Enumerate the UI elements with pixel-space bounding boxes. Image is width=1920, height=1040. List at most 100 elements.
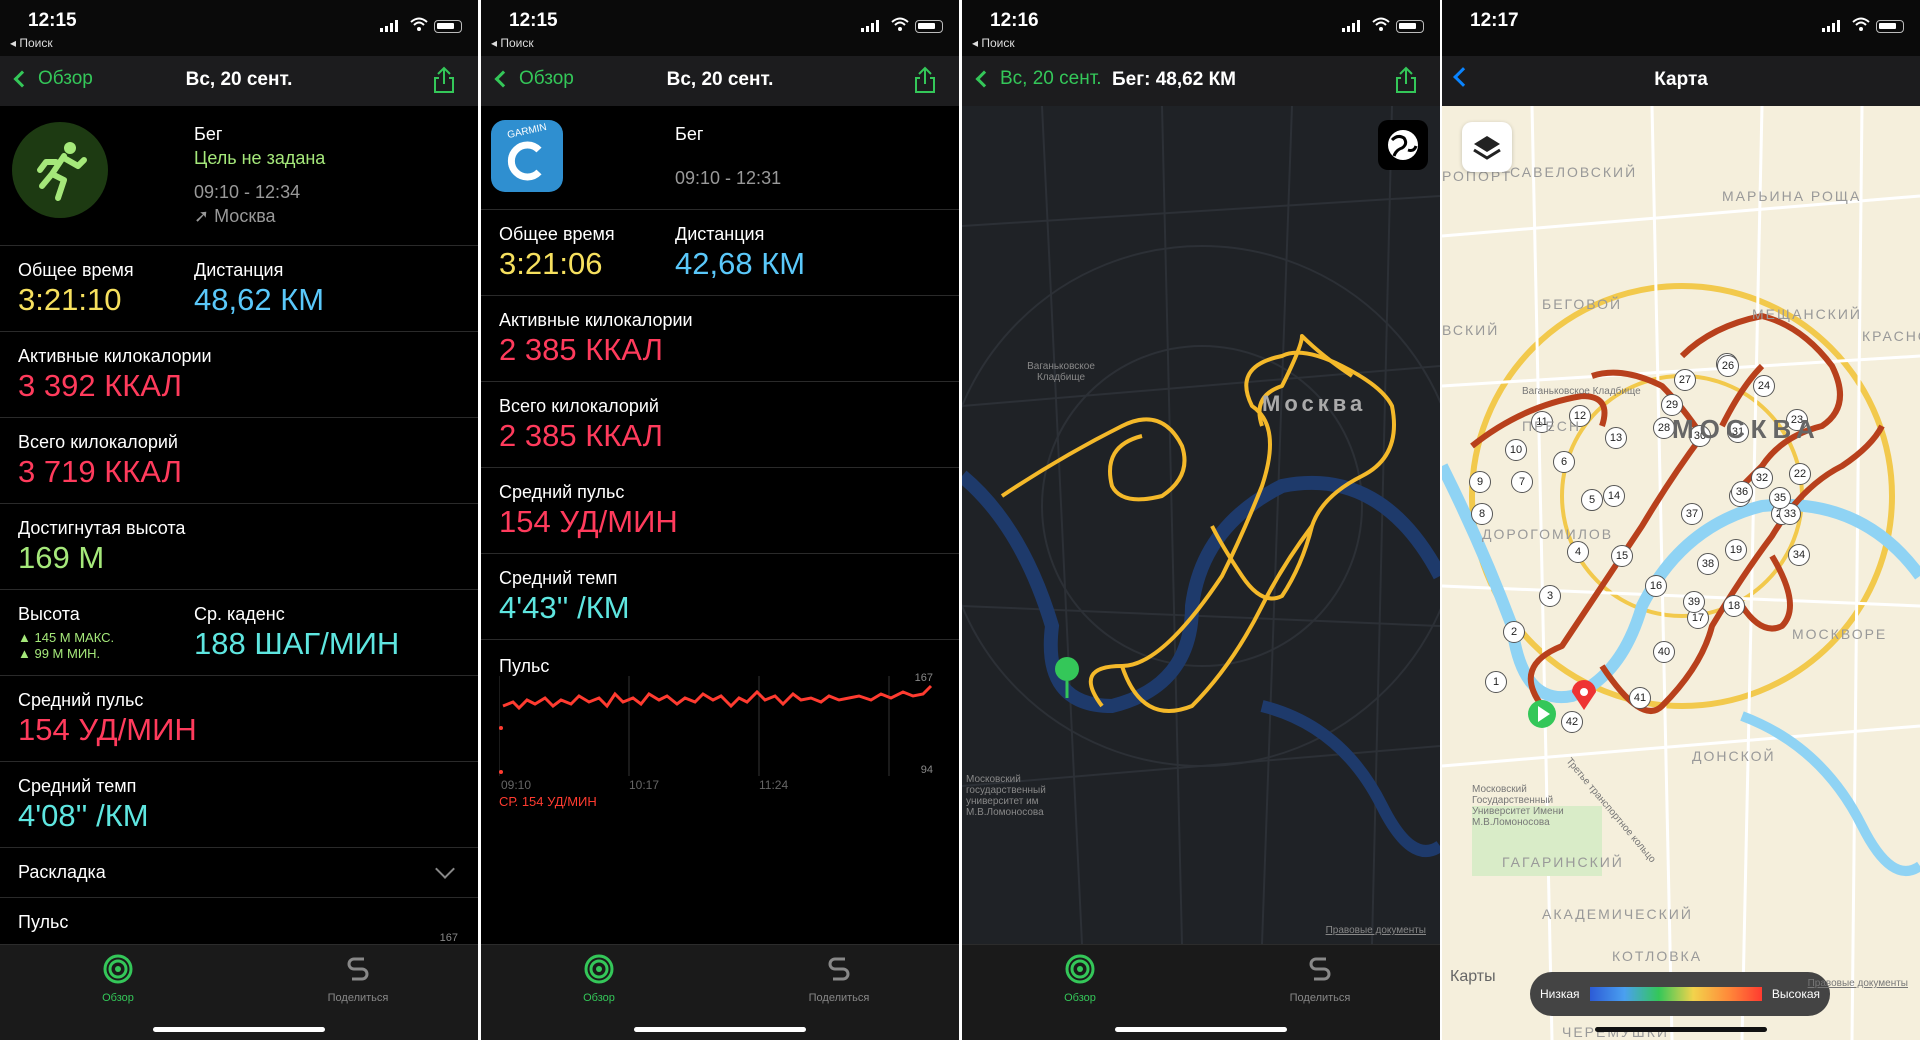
signal-icon — [861, 20, 881, 32]
row-total-cal: Всего килокалорий 3 719 ККАЛ — [0, 418, 478, 504]
activity-name: Бег — [675, 124, 704, 144]
label-pace: Средний темп — [18, 776, 137, 796]
elev-min: ▲ 99 М МИН. — [18, 646, 101, 661]
page-title: Вс, 20 сент. — [666, 69, 774, 90]
tab-overview[interactable]: Обзор — [58, 953, 178, 1004]
label-pace: Средний темп — [499, 568, 618, 588]
district-label: МОСКВОРЕ — [1792, 626, 1888, 642]
home-indicator — [1115, 1027, 1287, 1032]
home-indicator — [153, 1027, 325, 1032]
label-total-cal: Всего килокалорий — [18, 432, 178, 452]
km-marker: 19 — [1725, 539, 1747, 561]
label-hr: Средний пульс — [18, 690, 144, 710]
page-title: Карта — [1654, 69, 1708, 90]
km-marker: 29 — [1661, 394, 1683, 416]
value-hr: 154 УД/МИН — [499, 504, 678, 539]
km-marker: 39 — [1683, 591, 1705, 613]
value-pace: 4'08'' /КМ — [18, 798, 149, 833]
elev-max: ▲ 145 М МАКС. — [18, 630, 115, 645]
tab-share[interactable]: Поделиться — [1260, 953, 1380, 1004]
splits-row[interactable]: Раскладка — [0, 848, 478, 898]
tab-share[interactable]: Поделиться — [779, 953, 899, 1004]
wifi-icon — [410, 17, 428, 31]
running-icon — [12, 122, 108, 218]
legend-high: Высокая — [1771, 987, 1820, 1001]
status-bar: 12:16 ◂ Поиск — [962, 0, 1440, 56]
km-marker: 37 — [1681, 503, 1703, 525]
time-tick-2: 10:17 — [629, 778, 660, 792]
city-label: МОСКВА — [1672, 414, 1821, 444]
back-to-search[interactable]: ◂ Поиск — [491, 36, 534, 50]
label-distance: Дистанция — [194, 260, 284, 280]
label-total-time: Общее время — [499, 224, 615, 244]
tab-share[interactable]: Поделиться — [298, 953, 418, 1004]
share-icon[interactable] — [1394, 66, 1418, 94]
district-label: МАРЬИНА РОЩА — [1722, 188, 1862, 204]
row-pace: Средний темп 4'43'' /КМ — [481, 554, 959, 640]
km-marker: 42 — [1561, 711, 1583, 733]
label-elev-gain: Достигнутая высота — [18, 518, 186, 538]
elevation-legend: Низкая Высокая — [1530, 972, 1830, 1016]
value-total-cal: 2 385 ККАЛ — [499, 418, 664, 453]
legal-link[interactable]: Правовые документы — [1326, 925, 1426, 936]
screen-garmin-summary: 12:15 ◂ Поиск Обзор Вс, 20 сент. GARMIN … — [481, 0, 959, 1040]
share-icon[interactable] — [913, 66, 937, 94]
back-to-search[interactable]: ◂ Поиск — [972, 36, 1015, 50]
value-distance: 42,68 КМ — [675, 246, 806, 281]
district-label: АКАДЕМИЧЕСКИЙ — [1542, 906, 1693, 922]
km-marker: 24 — [1753, 375, 1775, 397]
district-label: ГАГАРИНСКИЙ — [1502, 854, 1624, 870]
row-pace: Средний темп 4'08'' /КМ — [0, 762, 478, 848]
row-elevation-cadence: Высота ▲ 145 М МАКС. ▲ 99 М МИН. Ср. кад… — [0, 590, 478, 676]
tab-overview[interactable]: Обзор — [539, 953, 659, 1004]
label-elevation: Высота — [18, 604, 80, 624]
wifi-icon — [1852, 17, 1870, 31]
time-tick-1: 09:10 — [501, 778, 532, 792]
district-label: ДОНСКОЙ — [1692, 748, 1776, 764]
wifi-icon — [1372, 17, 1390, 31]
km-marker: 16 — [1645, 575, 1667, 597]
battery-icon — [434, 20, 462, 33]
back-to-search[interactable]: ◂ Поиск — [10, 36, 53, 50]
university-label: Московский государственный университет и… — [966, 774, 1046, 818]
label-pulse: Пульс — [499, 656, 550, 676]
route-map[interactable]: Москва Ваганьковское Кладбище Московский… — [962, 106, 1440, 944]
route-map-light[interactable]: 1234567891011121314151617181920212223242… — [1442, 106, 1920, 1040]
label-total-cal: Всего килокалорий — [499, 396, 659, 416]
km-marker: 10 — [1505, 439, 1527, 461]
overview-icon — [103, 954, 133, 984]
city-label: Москва — [1262, 391, 1367, 416]
district-label: КРАСНО — [1862, 328, 1920, 344]
nav-bar: Карта — [1442, 56, 1920, 106]
goal-status: Цель не задана — [194, 148, 326, 168]
share-icon[interactable] — [432, 66, 456, 94]
location: ➚ Москва — [194, 206, 276, 226]
row-hr: Средний пульс 154 УД/МИН — [0, 676, 478, 762]
layers-button[interactable] — [1462, 122, 1512, 172]
label-pulse: Пульс — [18, 912, 69, 932]
row-total-cal: Всего килокалорий 2 385 ККАЛ — [481, 382, 959, 468]
status-time: 12:16 — [990, 10, 1039, 31]
tab-overview[interactable]: Обзор — [1020, 953, 1140, 1004]
km-marker: 34 — [1788, 544, 1810, 566]
screen-workout-summary: 12:15 ◂ Поиск Обзор Вс, 20 сент. Бег Цел… — [0, 0, 478, 1040]
back-button[interactable]: Вс, 20 сент. — [972, 68, 1102, 90]
pulse-chart: 167 94 09:10 10:17 11:24 — [498, 672, 939, 796]
km-marker: 18 — [1723, 595, 1745, 617]
km-marker: 32 — [1751, 467, 1773, 489]
time-range: 09:10 - 12:34 — [194, 182, 301, 202]
nav-bar: Обзор Вс, 20 сент. — [0, 56, 478, 106]
value-total-time: 3:21:10 — [18, 282, 122, 317]
value-cadence: 188 ШАГ/МИН — [194, 626, 400, 661]
nav-bar: Вс, 20 сент. Бег: 48,62 КМ — [962, 56, 1440, 106]
legal-link[interactable]: Правовые документы — [1808, 978, 1908, 989]
activity-header: Бег Цель не задана 09:10 - 12:34 ➚ Москв… — [0, 106, 478, 246]
legend-low: Низкая — [1540, 987, 1580, 1001]
page-title: Бег: 48,62 КМ — [1112, 69, 1236, 90]
km-marker: 26 — [1717, 355, 1739, 377]
status-time: 12:15 — [28, 10, 77, 31]
signal-icon — [380, 20, 400, 32]
status-bar: 12:15 ◂ Поиск — [0, 0, 478, 56]
battery-icon — [1396, 20, 1424, 33]
globe-button[interactable] — [1378, 120, 1428, 170]
